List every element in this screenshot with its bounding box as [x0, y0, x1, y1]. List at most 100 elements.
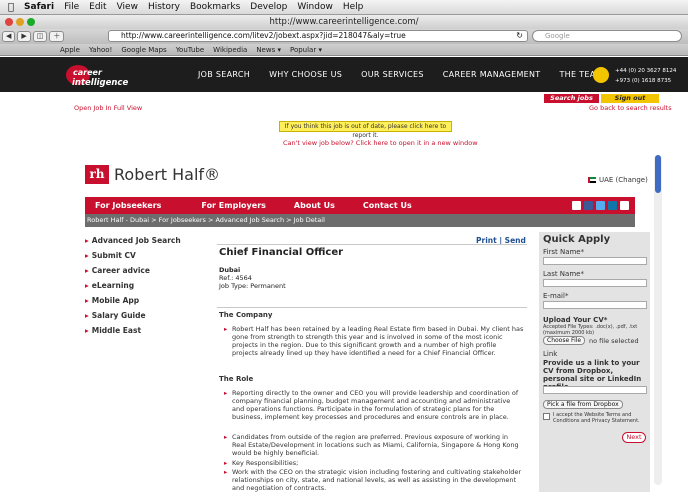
- search-jobs-button[interactable]: Search jobs: [544, 94, 599, 103]
- rh-nav-about[interactable]: About Us: [294, 201, 335, 210]
- robert-half-logo[interactable]: rh Robert Half®: [85, 165, 220, 184]
- window-controls: [5, 18, 35, 26]
- menu-middle-east[interactable]: Middle East: [85, 326, 195, 341]
- share-icon[interactable]: [572, 201, 581, 210]
- address-bar[interactable]: http://www.careerintelligence.com/litev2…: [108, 30, 528, 42]
- window-title-bar: http://www.careerintelligence.com/: [0, 15, 688, 29]
- browser-toolbar: ◀ ▶ ◫ ＋ http://www.careerintelligence.co…: [0, 29, 688, 44]
- system-menu-bar:  Safari File Edit View History Bookmark…: [0, 0, 688, 15]
- site-header: career intelligence JOB SEARCH WHY CHOOS…: [0, 57, 688, 92]
- forward-icon[interactable]: ▶: [17, 31, 31, 42]
- bookmark-news[interactable]: News ▾: [256, 46, 281, 54]
- app-menu[interactable]: Safari: [24, 2, 54, 12]
- menu-career-advice[interactable]: Career advice: [85, 266, 195, 281]
- first-name-label: First Name*: [543, 248, 585, 256]
- bookmark-wikipedia[interactable]: Wikipedia: [213, 46, 247, 54]
- social-links: [572, 201, 629, 210]
- role-heading: The Role: [219, 375, 254, 383]
- back-to-results-link[interactable]: Go back to search results: [589, 104, 672, 112]
- bullet-icon: ▸: [224, 459, 228, 467]
- plus-icon[interactable]: [620, 201, 629, 210]
- quick-apply-title: Quick Apply: [543, 234, 611, 245]
- nav-job-search[interactable]: JOB SEARCH: [198, 70, 250, 79]
- scrollbar[interactable]: [654, 155, 662, 485]
- first-name-input[interactable]: [543, 257, 647, 265]
- menu-edit[interactable]: Edit: [89, 2, 106, 12]
- add-bookmark-icon[interactable]: ＋: [49, 31, 65, 42]
- open-new-window-link[interactable]: Can't view job below? Click here to open…: [283, 139, 478, 147]
- job-title: Chief Financial Officer: [219, 247, 344, 258]
- breadcrumb: Robert Half - Dubai > For Jobseekers > A…: [85, 214, 635, 227]
- menu-develop[interactable]: Develop: [250, 2, 287, 12]
- career-intelligence-logo[interactable]: career intelligence: [66, 65, 128, 89]
- last-name-input[interactable]: [543, 279, 647, 287]
- bullet-icon: ▸: [224, 325, 228, 333]
- menu-mobile-app[interactable]: Mobile App: [85, 296, 195, 311]
- menu-submit-cv[interactable]: Submit CV: [85, 251, 195, 266]
- report-outdated-notice[interactable]: If you think this job is out of date, pl…: [279, 121, 452, 139]
- menu-file[interactable]: File: [64, 2, 79, 12]
- bookmark-popular[interactable]: Popular ▾: [290, 46, 322, 54]
- phone-numbers: +44 (0) 20 3627 8124 +973 (0) 1618 8735: [615, 68, 677, 84]
- menu-help[interactable]: Help: [343, 2, 364, 12]
- rh-nav-jobseekers[interactable]: For Jobseekers: [95, 201, 161, 210]
- rh-nav-employers[interactable]: For Employers: [201, 201, 265, 210]
- scrollbar-thumb[interactable]: [655, 155, 661, 193]
- menu-history[interactable]: History: [148, 2, 180, 12]
- menu-elearning[interactable]: eLearning: [85, 281, 195, 296]
- cv-link-input[interactable]: [543, 386, 647, 394]
- address-text: http://www.careerintelligence.com/litev2…: [121, 31, 406, 40]
- nav-our-services[interactable]: OUR SERVICES: [361, 70, 424, 79]
- window-title: http://www.careerintelligence.com/: [269, 17, 419, 27]
- apple-menu-icon[interactable]: : [8, 2, 14, 13]
- rh-nav: For Jobseekers For Employers About Us Co…: [85, 197, 635, 214]
- bookmark-yahoo[interactable]: Yahoo!: [89, 46, 112, 54]
- back-icon[interactable]: ◀: [2, 31, 16, 42]
- accepted-types: Accepted File Types: .doc(x), .pdf, .txt…: [543, 324, 638, 336]
- menu-view[interactable]: View: [117, 2, 138, 12]
- twitter-icon[interactable]: [596, 201, 605, 210]
- terms-text: I accept the Website Terms and Condition…: [553, 412, 640, 424]
- bookmark-google-maps[interactable]: Google Maps: [121, 46, 166, 54]
- bookmark-icon[interactable]: ◫: [32, 31, 48, 42]
- company-text: Robert Half has been retained by a leadi…: [232, 325, 524, 357]
- dropbox-button[interactable]: Pick a file from Dropbox: [543, 400, 623, 409]
- bookmarks-bar: Apple Yahoo! Google Maps YouTube Wikiped…: [0, 44, 688, 56]
- uae-flag-icon: [588, 177, 596, 183]
- nav-why-choose-us[interactable]: WHY CHOOSE US: [269, 70, 342, 79]
- close-window-icon[interactable]: [5, 18, 13, 26]
- open-full-view-link[interactable]: Open Job In Full View: [74, 104, 142, 112]
- menu-advanced-job-search[interactable]: Advanced Job Search: [85, 236, 195, 251]
- minimize-window-icon[interactable]: [16, 18, 24, 26]
- link-label: Link: [543, 350, 558, 358]
- region-selector[interactable]: UAE (Change): [588, 176, 648, 184]
- linkedin-icon[interactable]: [608, 201, 617, 210]
- terms-checkbox[interactable]: [543, 413, 550, 420]
- sign-out-button[interactable]: Sign out: [601, 94, 659, 103]
- last-name-label: Last Name*: [543, 270, 584, 278]
- job-location: Dubai: [219, 266, 241, 274]
- job-meta: Dubai Ref.: 4564 Job Type: Permanent: [219, 266, 286, 290]
- no-file-text: no file selected: [589, 337, 639, 345]
- bullet-icon: ▸: [224, 389, 228, 397]
- email-input[interactable]: [543, 301, 647, 309]
- zoom-window-icon[interactable]: [27, 18, 35, 26]
- bullet-icon: ▸: [224, 468, 228, 476]
- role-item: Candidates from outside of the region ar…: [232, 433, 519, 457]
- bookmark-youtube[interactable]: YouTube: [176, 46, 204, 54]
- nav-career-management[interactable]: CAREER MANAGEMENT: [443, 70, 541, 79]
- facebook-icon[interactable]: [584, 201, 593, 210]
- left-menu: Advanced Job Search Submit CV Career adv…: [85, 236, 195, 341]
- choose-file-button[interactable]: Choose File: [543, 336, 586, 345]
- menu-window[interactable]: Window: [297, 2, 333, 12]
- site-nav: JOB SEARCH WHY CHOOSE US OUR SERVICES CA…: [198, 70, 622, 79]
- email-label: E-mail*: [543, 292, 569, 300]
- reload-icon[interactable]: ↻: [516, 31, 523, 41]
- search-placeholder: Google: [545, 32, 570, 40]
- bookmark-apple[interactable]: Apple: [60, 46, 80, 54]
- next-button[interactable]: Next: [622, 432, 646, 443]
- search-field[interactable]: Google: [532, 30, 682, 42]
- rh-nav-contact[interactable]: Contact Us: [363, 201, 412, 210]
- menu-salary-guide[interactable]: Salary Guide: [85, 311, 195, 326]
- menu-bookmarks[interactable]: Bookmarks: [190, 2, 240, 12]
